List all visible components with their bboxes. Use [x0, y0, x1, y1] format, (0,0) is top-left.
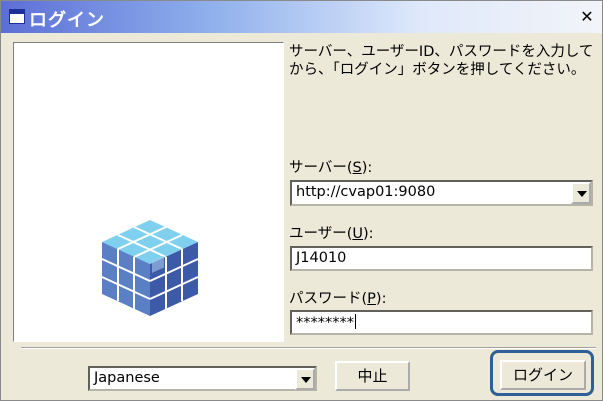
user-value: J14010	[296, 250, 347, 266]
server-dropdown-button[interactable]	[571, 182, 591, 204]
server-combobox[interactable]: http://cvap01:9080	[290, 180, 593, 206]
cancel-button[interactable]: 中止	[335, 361, 410, 391]
password-value: ********	[296, 314, 356, 331]
server-label: サーバー(S):	[289, 160, 373, 176]
close-icon[interactable]: ✕	[578, 8, 596, 26]
instructions-text: サーバー、ユーザーID、パスワードを入力してから、「ログイン」ボタンを押してくだ…	[289, 44, 594, 78]
language-value: Japanese	[94, 370, 160, 386]
window-icon	[9, 9, 25, 24]
cube-logo-icon	[101, 220, 199, 316]
language-dropdown-button[interactable]	[295, 368, 315, 390]
user-input[interactable]: J14010	[290, 246, 593, 271]
language-combobox[interactable]: Japanese	[88, 366, 317, 391]
user-label: ユーザー(U):	[289, 226, 374, 242]
logo-panel	[13, 42, 284, 342]
title-bar[interactable]: ログイン ✕	[1, 1, 602, 33]
login-dialog: ログイン ✕ サーバー、ユーザーID、パスワードを入力してから、「ログイン」ボタ…	[0, 0, 603, 401]
window-title: ログイン	[29, 10, 105, 31]
login-button[interactable]: ログイン	[500, 360, 586, 390]
divider	[21, 347, 596, 349]
server-value: http://cvap01:9080	[296, 184, 436, 200]
password-input[interactable]: ********	[290, 310, 593, 335]
password-label: パスワード(P):	[289, 291, 387, 307]
